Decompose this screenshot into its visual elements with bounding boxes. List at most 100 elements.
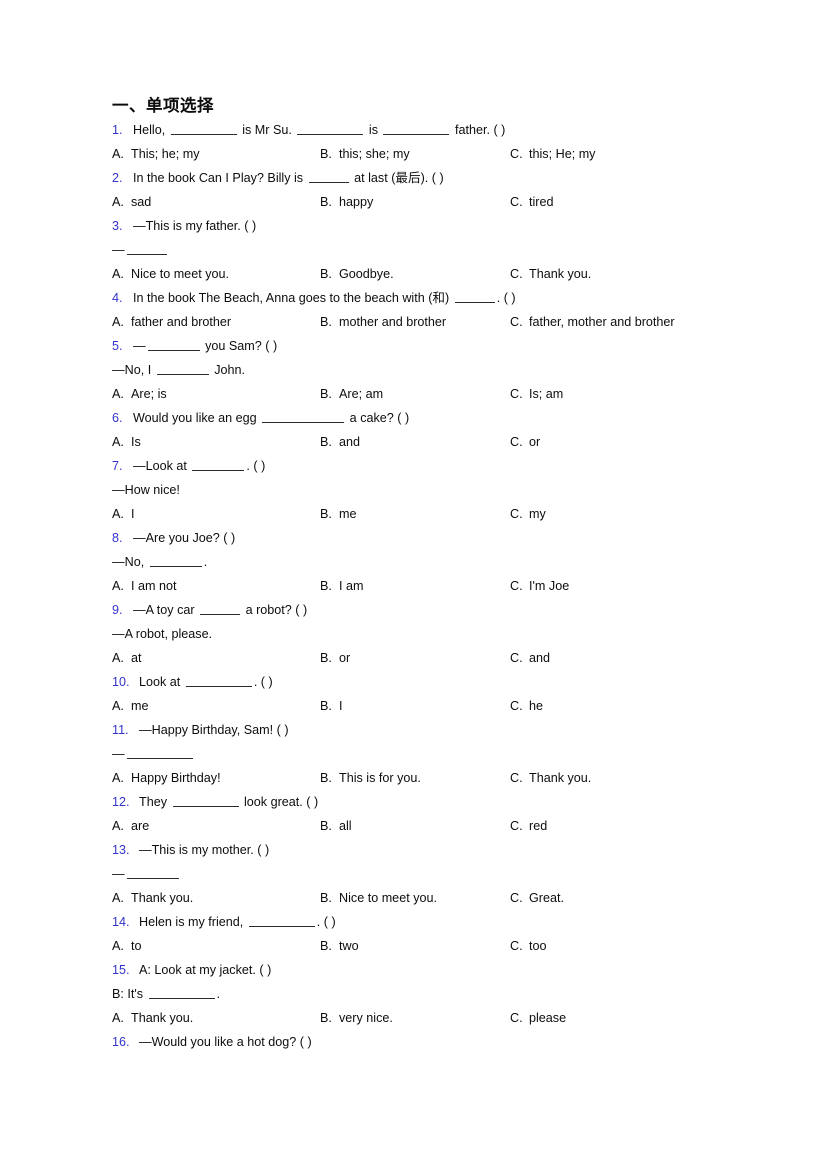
answer-blank[interactable] (297, 123, 364, 135)
option-letter: A. (112, 435, 124, 449)
option-a[interactable]: A. Happy Birthday! (112, 766, 221, 790)
option-c[interactable]: C. he (510, 694, 543, 718)
question-stem: 10. Look at . ( ) (112, 670, 708, 694)
option-text: or (529, 435, 541, 449)
option-a[interactable]: A. Nice to meet you. (112, 262, 229, 286)
option-c[interactable]: C. too (510, 934, 547, 958)
answer-blank[interactable] (200, 603, 241, 615)
option-text: to (131, 939, 142, 953)
option-b[interactable]: B. all (320, 814, 352, 838)
option-c[interactable]: C. Is; am (510, 382, 563, 406)
answer-blank[interactable] (383, 123, 450, 135)
question-stem-text: Would you like an egg a cake? ( ) (133, 411, 409, 425)
option-c[interactable]: C. my (510, 502, 546, 526)
option-b[interactable]: B. Are; am (320, 382, 383, 406)
option-letter: A. (112, 699, 124, 713)
answer-blank[interactable] (185, 675, 252, 687)
option-a[interactable]: A. sad (112, 190, 151, 214)
stem-fragment: father. ( ) (451, 123, 506, 137)
option-a[interactable]: A. This; he; my (112, 142, 200, 166)
option-c[interactable]: C. and (510, 646, 550, 670)
answer-blank[interactable] (126, 747, 193, 759)
option-a[interactable]: A. me (112, 694, 149, 718)
option-c[interactable]: C. red (510, 814, 547, 838)
option-c[interactable]: C. father, mother and brother (510, 310, 675, 334)
option-b[interactable]: B. I (320, 694, 343, 718)
option-b[interactable]: B. me (320, 502, 357, 526)
option-c[interactable]: C. or (510, 430, 540, 454)
option-row: A. Are; is B. Are; am C. Is; am (112, 382, 708, 406)
option-text: and (529, 651, 551, 665)
answer-blank[interactable] (148, 987, 215, 999)
option-letter: B. (320, 651, 332, 665)
answer-blank[interactable] (126, 243, 167, 255)
option-b[interactable]: B. mother and brother (320, 310, 446, 334)
option-a[interactable]: A. Thank you. (112, 886, 193, 910)
question-stem-text: — you Sam? ( ) (133, 339, 277, 353)
answer-blank[interactable] (126, 867, 179, 879)
option-a[interactable]: A. father and brother (112, 310, 231, 334)
option-b[interactable]: B. happy (320, 190, 373, 214)
option-b[interactable]: B. Nice to meet you. (320, 886, 437, 910)
option-b[interactable]: B. very nice. (320, 1006, 393, 1030)
option-letter: B. (320, 507, 332, 521)
option-a[interactable]: A. to (112, 934, 142, 958)
option-text: my (529, 507, 546, 521)
question-number: 14. (112, 915, 130, 929)
question-stem-text: —This is my father. ( ) (133, 219, 256, 233)
option-text: this; she; my (339, 147, 410, 161)
option-text: red (529, 819, 548, 833)
option-b[interactable]: B. I am (320, 574, 364, 598)
option-a[interactable]: A. Are; is (112, 382, 167, 406)
answer-blank[interactable] (454, 291, 495, 303)
continuation-fragment: —A robot, please. (112, 627, 213, 641)
option-c[interactable]: C. I'm Joe (510, 574, 569, 598)
option-b[interactable]: B. or (320, 646, 350, 670)
answer-blank[interactable] (147, 339, 200, 351)
question-stem-text: In the book Can I Play? Billy is at last… (133, 171, 444, 185)
answer-blank[interactable] (192, 459, 245, 471)
option-c[interactable]: C. Great. (510, 886, 564, 910)
option-text: Thank you. (131, 1011, 194, 1025)
continuation-fragment: . (216, 987, 221, 1001)
option-b[interactable]: B. this; she; my (320, 142, 410, 166)
option-text: at (131, 651, 142, 665)
option-a[interactable]: A. Thank you. (112, 1006, 193, 1030)
option-b[interactable]: B. Goodbye. (320, 262, 394, 286)
option-text: Great. (529, 891, 564, 905)
option-a[interactable]: A. at (112, 646, 142, 670)
option-a[interactable]: A. I am not (112, 574, 177, 598)
option-c[interactable]: C. Thank you. (510, 766, 591, 790)
option-text: please (529, 1011, 567, 1025)
option-text: me (339, 507, 357, 521)
option-text: I am (339, 579, 364, 593)
continuation-fragment: —No, (112, 555, 148, 569)
question-stem-text: —This is my mother. ( ) (139, 843, 269, 857)
stem-fragment: Helen is my friend, (139, 915, 247, 929)
answer-blank[interactable] (262, 411, 345, 423)
answer-blank[interactable] (248, 915, 315, 927)
option-c[interactable]: C. please (510, 1006, 566, 1030)
option-a[interactable]: A. I (112, 502, 135, 526)
stem-fragment: Would you like an egg (133, 411, 261, 425)
answer-blank[interactable] (149, 555, 202, 567)
option-text: Nice to meet you. (339, 891, 437, 905)
option-a[interactable]: A. are (112, 814, 149, 838)
option-letter: C. (510, 195, 523, 209)
option-a[interactable]: A. Is (112, 430, 141, 454)
continuation-fragment: — (112, 867, 125, 881)
option-c[interactable]: C. Thank you. (510, 262, 591, 286)
option-b[interactable]: B. two (320, 934, 359, 958)
answer-blank[interactable] (308, 171, 349, 183)
answer-blank[interactable] (170, 123, 237, 135)
option-letter: C. (510, 771, 523, 785)
option-b[interactable]: B. and (320, 430, 360, 454)
answer-blank[interactable] (172, 795, 239, 807)
option-row: A. This; he; my B. this; she; my C. this; He;… (112, 142, 708, 166)
option-row: A. at B. or C. and (112, 646, 708, 670)
option-c[interactable]: C. tired (510, 190, 554, 214)
question-number: 6. (112, 411, 123, 425)
answer-blank[interactable] (156, 363, 209, 375)
option-c[interactable]: C. this; He; my (510, 142, 595, 166)
option-b[interactable]: B. This is for you. (320, 766, 421, 790)
